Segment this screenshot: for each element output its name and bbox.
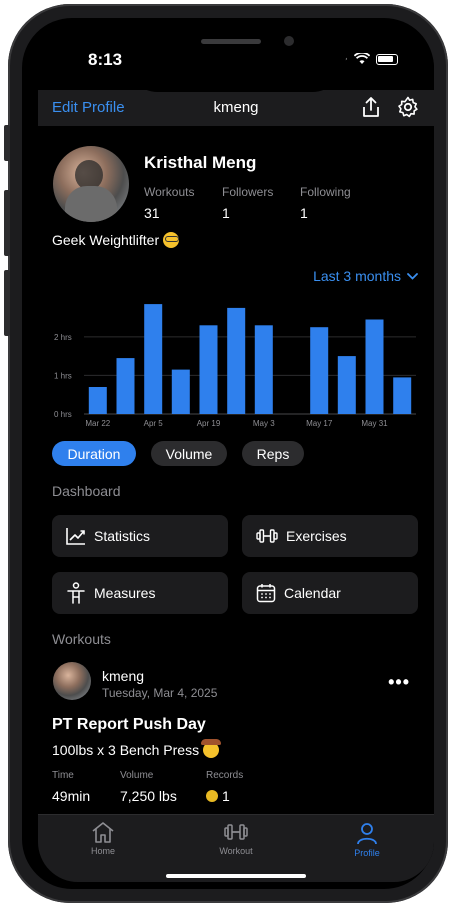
post-description: 100lbs x 3 Bench Press xyxy=(52,739,222,758)
chart-bar[interactable] xyxy=(393,377,412,414)
calendar-button[interactable]: Calendar xyxy=(242,572,418,614)
tab-profile-label: Profile xyxy=(354,848,380,858)
post-stat-label: Volume xyxy=(120,770,154,781)
bio: Geek Weightlifter xyxy=(52,232,180,248)
range-label: Last 3 months xyxy=(313,268,401,284)
wifi-icon xyxy=(354,53,370,64)
chart-bar[interactable] xyxy=(227,307,246,414)
stat-value: 1 xyxy=(300,205,308,221)
post-stat-label: Records xyxy=(206,770,244,781)
chart-xtick-label: Apr 5 xyxy=(144,419,164,428)
stat-label: Workouts xyxy=(144,185,195,199)
range-dropdown[interactable]: Last 3 months xyxy=(313,268,418,284)
nav-bar: Edit Profile kmeng xyxy=(38,90,434,126)
chart-bar[interactable] xyxy=(171,369,190,414)
post-username[interactable]: kmeng xyxy=(102,668,144,684)
cowboy-face-icon xyxy=(201,739,222,758)
statistics-button[interactable]: Statistics xyxy=(52,515,228,557)
battery-icon xyxy=(376,53,398,65)
dumbbell-icon xyxy=(224,824,248,840)
chevron-down-icon xyxy=(407,272,418,280)
front-camera xyxy=(284,36,294,46)
stat-label: Following xyxy=(300,185,351,199)
status-time: 8:13 xyxy=(88,50,123,69)
chart-xtick-label: May 31 xyxy=(361,419,388,428)
tab-reps[interactable]: Reps xyxy=(242,441,304,466)
tab-bar: Home Workout Profile xyxy=(38,814,434,882)
tab-volume[interactable]: Volume xyxy=(151,441,227,466)
chart-xtick-label: Apr 19 xyxy=(197,419,221,428)
avatar[interactable] xyxy=(53,146,129,222)
chart-bar[interactable] xyxy=(365,319,384,415)
exercises-button[interactable]: Exercises xyxy=(242,515,418,557)
chart-icon xyxy=(66,528,85,545)
stat-followers[interactable]: Followers 1 xyxy=(222,185,273,221)
stat-value: 1 xyxy=(222,205,230,221)
screen: 8:13 ✕ ••• Edit Profile kmeng Kristhal M… xyxy=(38,28,434,882)
post-title: PT Report Push Day xyxy=(52,716,206,733)
dumbbell-icon xyxy=(256,529,278,543)
post-stat-value-row: 1 xyxy=(206,788,243,804)
home-indicator xyxy=(166,874,306,878)
post-stat-value: 7,250 lbs xyxy=(120,788,177,804)
speaker-grille xyxy=(201,39,261,44)
bio-text: Geek Weightlifter xyxy=(52,232,160,248)
chart-ytick-label: 2 hrs xyxy=(54,333,72,342)
post-stat-volume: Volume 7,250 lbs xyxy=(120,770,177,804)
profile-icon xyxy=(357,823,377,845)
tab-profile[interactable]: Profile xyxy=(327,821,407,858)
stat-following[interactable]: Following 1 xyxy=(300,185,351,221)
home-icon xyxy=(92,822,114,843)
volume-down-button xyxy=(4,270,10,336)
measures-button[interactable]: Measures xyxy=(52,572,228,614)
stat-label: Followers xyxy=(222,185,274,199)
medal-icon xyxy=(206,790,218,802)
notch xyxy=(124,28,346,92)
post-description-text: 100lbs x 3 Bench Press xyxy=(52,742,200,758)
chart-bar[interactable] xyxy=(144,304,163,414)
calendar-label: Calendar xyxy=(284,585,341,601)
tab-home-label: Home xyxy=(90,846,115,856)
mute-switch xyxy=(4,125,10,161)
nerd-face-icon xyxy=(163,232,180,248)
chart-bar[interactable] xyxy=(88,387,107,414)
chart-xtick-label: May 17 xyxy=(306,419,333,428)
chart-bar[interactable] xyxy=(199,325,218,414)
more-options-icon[interactable]: ••• xyxy=(388,672,410,693)
profile-name: Kristhal Meng xyxy=(144,153,257,172)
measures-label: Measures xyxy=(94,585,156,601)
post-date: Tuesday, Mar 4, 2025 xyxy=(102,686,218,700)
statistics-label: Statistics xyxy=(94,528,151,544)
chart-bar[interactable] xyxy=(310,327,329,414)
calendar-icon xyxy=(256,584,276,603)
stat-workouts: Workouts 31 xyxy=(144,185,194,221)
chart-bar[interactable] xyxy=(116,358,135,414)
volume-up-button xyxy=(4,190,10,256)
chart-bar[interactable] xyxy=(337,356,356,414)
chart-bar[interactable] xyxy=(254,325,273,414)
stat-value: 31 xyxy=(144,205,160,221)
person-icon xyxy=(67,582,85,604)
exercises-label: Exercises xyxy=(286,528,347,544)
gear-icon[interactable] xyxy=(396,95,420,119)
tab-duration[interactable]: Duration xyxy=(52,441,136,466)
post-stat-time: Time 49min xyxy=(52,770,90,804)
post-stat-value: 49min xyxy=(52,788,91,804)
post-stat-label: Time xyxy=(52,770,74,781)
workouts-title: Workouts xyxy=(52,631,111,647)
post-stat-records: Records 1 xyxy=(206,770,243,804)
duration-chart: 0 hrs 1 hrs 2 hrs Mar 22 Apr 5 Apr 19 May 3 May… xyxy=(54,304,416,428)
chart-ytick-label: 0 hrs xyxy=(54,410,72,419)
share-icon[interactable] xyxy=(360,95,382,119)
chart-xtick-label: May 3 xyxy=(253,419,275,428)
chart-ytick-label: 1 hrs xyxy=(54,371,72,380)
tab-workout-label: Workout xyxy=(219,846,253,856)
tab-workout[interactable]: Workout xyxy=(196,821,276,856)
tab-home[interactable]: Home xyxy=(63,821,143,856)
post-avatar[interactable] xyxy=(53,662,91,700)
dashboard-title: Dashboard xyxy=(52,483,121,499)
post-stat-value: 1 xyxy=(222,788,230,804)
chart-xtick-label: Mar 22 xyxy=(85,419,110,428)
